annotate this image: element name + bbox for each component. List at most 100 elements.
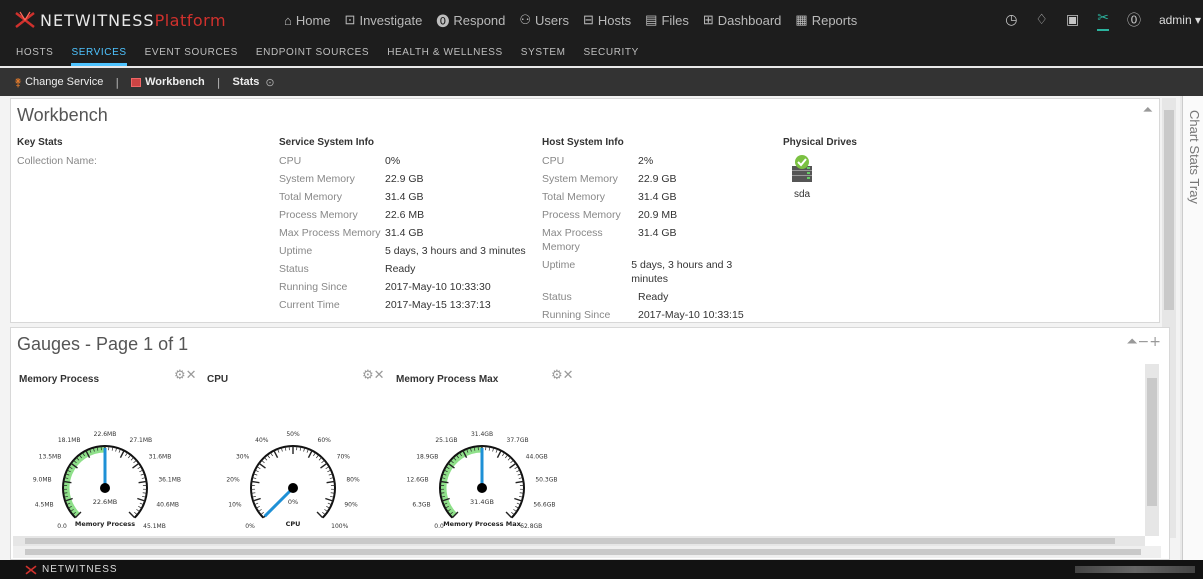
stat-key: Collection Name:	[17, 155, 97, 167]
gauge-tick	[130, 457, 135, 461]
chart-stats-tray[interactable]: Chart Stats Tray	[1182, 96, 1203, 560]
gauge-tick	[136, 509, 140, 512]
dashboard-icon: ⊞	[702, 12, 714, 27]
change-service-button[interactable]: ⚵ Change Service	[14, 76, 103, 89]
stat-row: Total Memory 31.4 GB	[542, 190, 762, 204]
gauges-title: Gauges - Page 1 of 1	[17, 334, 189, 354]
page-horizontal-scrollbar[interactable]	[13, 546, 1161, 558]
respond-icon: ⓿	[436, 13, 450, 29]
stat-row: Running Since 2017-May-10 10:33:30	[279, 280, 539, 294]
gauge-title: Memory Process Max	[396, 374, 499, 385]
gauges-horizontal-scrollbar[interactable]	[13, 536, 1145, 546]
stat-key: Process Memory	[542, 209, 621, 221]
service-system-section: Service System Info CPU 0% System Memory 22…	[279, 137, 539, 316]
tab-system[interactable]: SYSTEM	[521, 40, 566, 66]
close-icon[interactable]: ✕	[186, 368, 197, 383]
stat-value: 20.9 MB	[638, 209, 678, 221]
stat-key: Total Memory	[279, 191, 343, 203]
tab-endpoint-sources[interactable]: ENDPOINT SOURCES	[256, 40, 369, 66]
admin-tools-icon[interactable]: ✂	[1097, 10, 1109, 31]
brand-product: Platform	[154, 10, 227, 30]
close-icon[interactable]: ✕	[374, 368, 385, 383]
gauges-vertical-scrollbar[interactable]	[1145, 364, 1159, 536]
gear-icon[interactable]: ⚙	[362, 368, 374, 383]
nav-hosts[interactable]: ⊟ Hosts	[583, 12, 631, 28]
stat-key: System Memory	[542, 173, 618, 185]
stat-value: 2017-May-15 13:37:13	[385, 299, 491, 311]
stat-key: Status	[279, 263, 309, 275]
gauge-hub	[100, 483, 110, 493]
nav-files[interactable]: ▤ Files	[645, 12, 689, 28]
tab-hosts[interactable]: HOSTS	[16, 40, 53, 66]
gauge-tick-label: 50%	[286, 431, 300, 438]
scrollbar-thumb[interactable]	[1147, 378, 1157, 506]
gauge-tick-label: 45.1MB	[143, 523, 166, 530]
gauge-tick	[507, 457, 512, 461]
panel-controls-icon[interactable]: ⏶−+	[1126, 334, 1161, 350]
notes-icon[interactable]: ▣	[1066, 12, 1079, 28]
stats-menu[interactable]: Stats ⊙	[232, 76, 274, 89]
tab-services[interactable]: SERVICES	[71, 40, 127, 66]
gear-icon[interactable]: ⚙	[174, 368, 186, 383]
bell-icon[interactable]: ♢	[1035, 12, 1048, 28]
files-icon: ▤	[645, 12, 658, 27]
gauge-tick-label: 25.1GB	[435, 437, 457, 444]
gauge-tick	[142, 492, 147, 494]
scrollbar-thumb[interactable]	[25, 538, 1115, 544]
user-menu[interactable]: admin ▾	[1159, 13, 1201, 27]
gauge-tick	[502, 452, 505, 457]
drive-item[interactable]: sda	[789, 154, 815, 200]
stat-row: Collection Name:	[17, 154, 257, 168]
tab-security[interactable]: SECURITY	[584, 40, 639, 66]
stat-row: CPU 0%	[279, 154, 539, 168]
brand-name: NETWITNESS	[40, 10, 155, 30]
workbench-button[interactable]: Workbench	[131, 76, 205, 88]
nav-respond[interactable]: ⓿ Respond	[436, 11, 505, 30]
tab-health-wellness[interactable]: HEALTH & WELLNESS	[387, 40, 503, 66]
host-system-section: Host System Info CPU 2% System Memory 22.9 …	[542, 137, 762, 326]
gauge-tick	[263, 457, 268, 461]
close-icon[interactable]: ✕	[563, 368, 574, 383]
netwitness-logo[interactable]: NETWITNESS Platform	[14, 0, 226, 40]
timer-icon[interactable]: ◷	[1005, 12, 1017, 28]
nav-home[interactable]: ⌂ Home	[284, 13, 331, 28]
service-system-header: Service System Info	[279, 137, 375, 148]
nav-label: Files	[661, 12, 689, 28]
gauge-value-label: 0%	[288, 498, 298, 506]
nav-reports[interactable]: ▦ Reports	[795, 12, 857, 28]
gauge-actions: ⚙✕	[362, 368, 385, 383]
collapse-icon[interactable]: ⏶	[1143, 103, 1153, 118]
nav-label: Users	[535, 12, 569, 28]
footer: NETWITNESS	[0, 560, 1203, 579]
gauge-tick-label: 60%	[318, 437, 332, 444]
nav-label: Dashboard	[717, 12, 782, 28]
gauge-tick-label: 18.9GB	[416, 453, 438, 460]
stat-value: 5 days, 3 hours and 3 minutes	[631, 259, 733, 285]
physical-drives-section: Physical Drives sda	[783, 137, 903, 200]
gauge-tick-label: 62.8GB	[520, 523, 542, 530]
help-icon[interactable]: ⓪	[1127, 10, 1141, 30]
gear-icon[interactable]: ⚙	[551, 368, 563, 383]
hosts-icon: ⊟	[583, 12, 594, 27]
gauge-tick	[313, 452, 316, 457]
change-service-label: Change Service	[25, 76, 104, 88]
scrollbar-thumb[interactable]	[1164, 110, 1174, 310]
gauge-tick	[256, 466, 261, 469]
gauge-tick	[119, 450, 125, 459]
nav-label: Respond	[453, 12, 506, 28]
gauge-center-label: Memory Process	[75, 520, 135, 528]
gauge-tick-label: 56.6GB	[533, 502, 555, 509]
gauge-tick	[318, 457, 323, 461]
gauge-tick-label: 37.7GB	[507, 437, 529, 444]
stat-value: 2017-May-10 10:33:30	[385, 281, 491, 293]
gauge-tick	[273, 450, 279, 459]
nav-users[interactable]: ⚇ Users	[519, 12, 569, 28]
nav-investigate[interactable]: ⊡ Investigate	[345, 12, 423, 28]
gauge-arc	[250, 445, 336, 519]
tab-event-sources[interactable]: EVENT SOURCES	[145, 40, 238, 66]
stat-key: Uptime	[542, 259, 576, 271]
gauge-tick	[509, 462, 517, 469]
stat-key: Max Process Memory	[279, 227, 381, 239]
scrollbar-thumb[interactable]	[25, 549, 1141, 555]
nav-dashboard[interactable]: ⊞ Dashboard	[703, 12, 782, 28]
